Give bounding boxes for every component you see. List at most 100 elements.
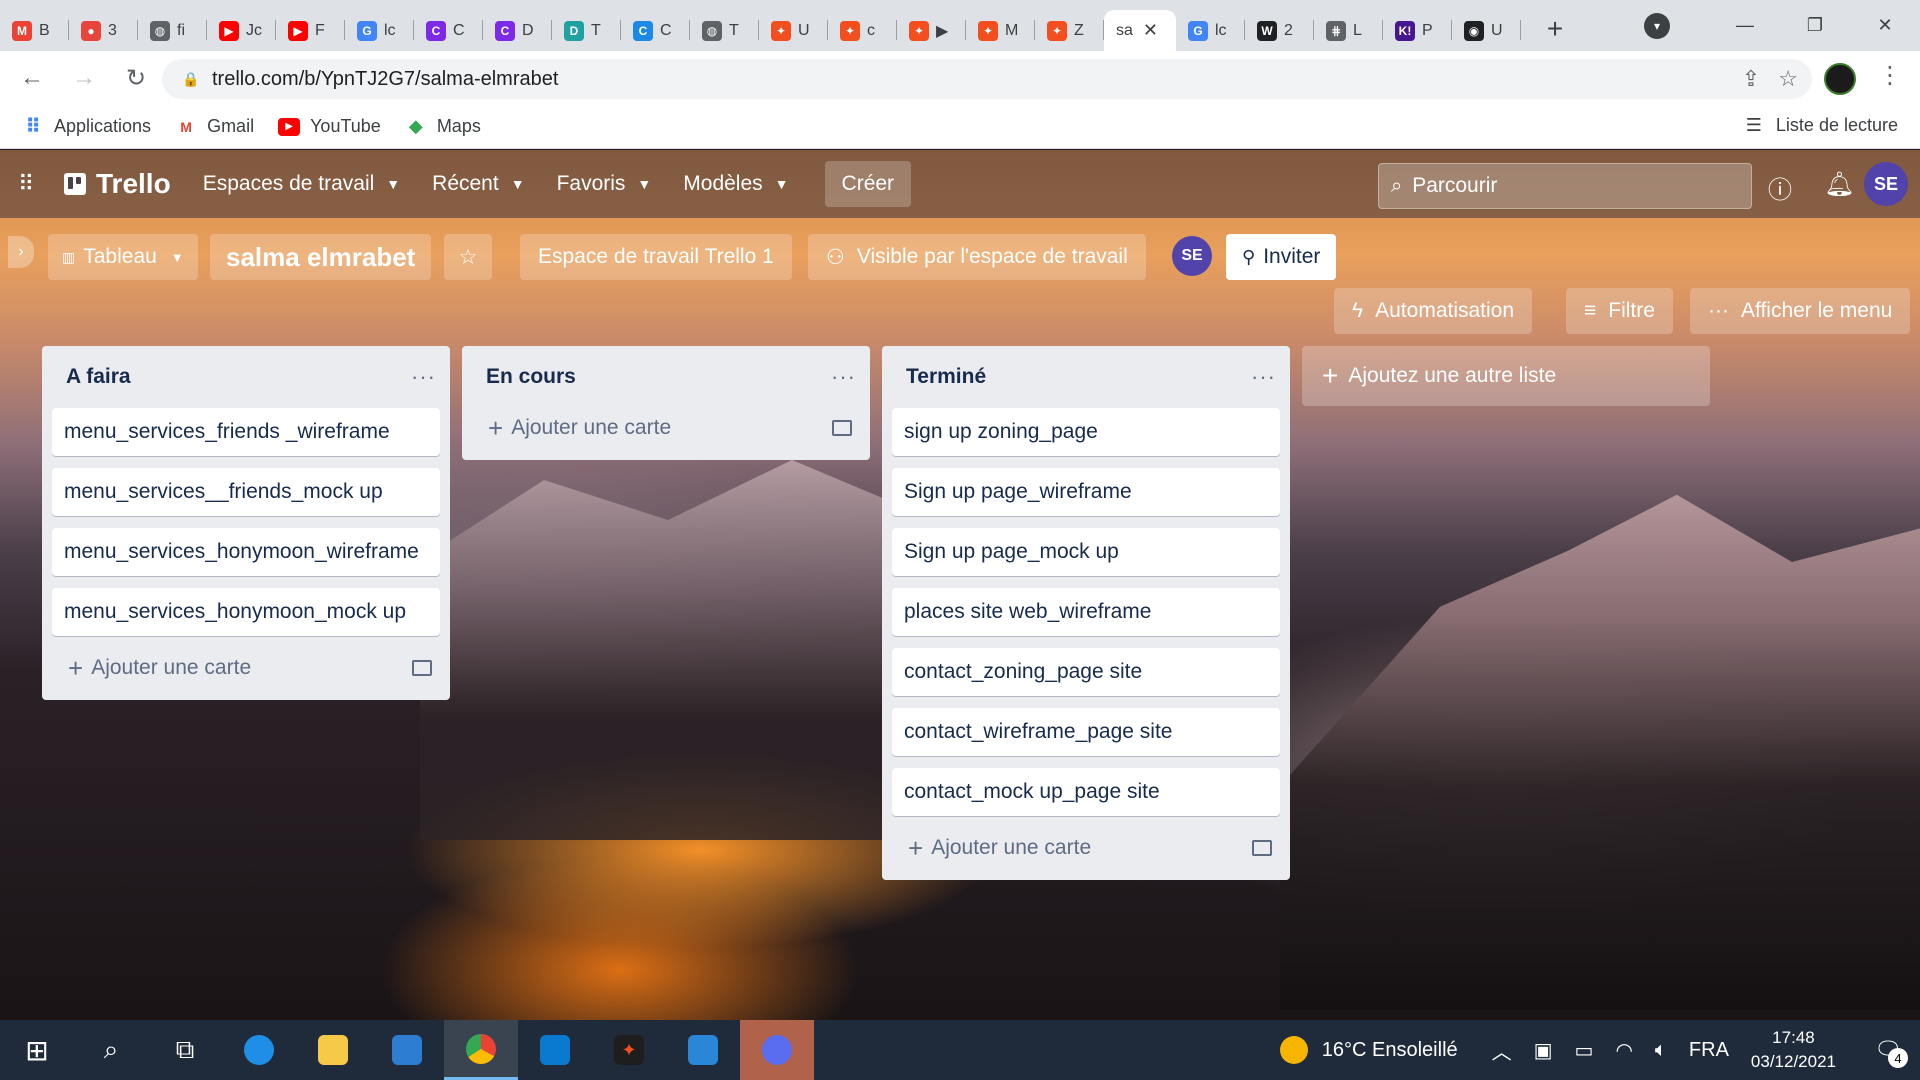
browser-tab[interactable]: DT: [552, 10, 621, 51]
add-card-button[interactable]: + Ajouter une carte: [892, 828, 1280, 868]
visibility-button[interactable]: ⚇ Visible par l'espace de travail: [808, 234, 1146, 280]
close-tab-icon[interactable]: ✕: [1143, 20, 1158, 41]
forward-icon[interactable]: →: [64, 58, 104, 98]
user-avatar[interactable]: SE: [1864, 162, 1908, 206]
invite-button[interactable]: ⚲ Inviter: [1226, 234, 1337, 280]
back-icon[interactable]: ←: [12, 58, 52, 98]
photos-icon[interactable]: [666, 1020, 740, 1080]
info-icon[interactable]: ⓘ: [1768, 170, 1792, 205]
nav-workspaces[interactable]: Espaces de travail ▼: [203, 172, 400, 196]
card[interactable]: contact_wireframe_page site: [892, 708, 1280, 756]
browser-tab[interactable]: ✦ c: [828, 10, 897, 51]
browser-tab[interactable]: ● 3: [69, 10, 138, 51]
weather-text[interactable]: 16°C Ensoleillé: [1322, 1039, 1458, 1062]
wifi-icon[interactable]: ◠: [1615, 1038, 1632, 1063]
browser-tab[interactable]: ✦ ▶: [897, 10, 966, 51]
figma-icon[interactable]: ✦: [592, 1020, 666, 1080]
workspace-button[interactable]: Espace de travail Trello 1: [520, 234, 792, 280]
share-icon[interactable]: ⇪: [1742, 66, 1760, 92]
close-window-button[interactable]: ✕: [1850, 3, 1920, 49]
browser-tab[interactable]: ◍ T: [690, 10, 759, 51]
browser-tab[interactable]: W2: [1245, 10, 1314, 51]
search-icon[interactable]: ⌕: [74, 1020, 148, 1080]
list-menu-icon[interactable]: ···: [1251, 364, 1276, 390]
task-view-icon[interactable]: ⧉: [148, 1020, 222, 1080]
browser-tab[interactable]: ⋕ L: [1314, 10, 1383, 51]
card[interactable]: sign up zoning_page: [892, 408, 1280, 456]
file-explorer-icon[interactable]: [296, 1020, 370, 1080]
chevron-up-icon[interactable]: ︿: [1492, 1036, 1512, 1065]
browser-tab[interactable]: CC: [414, 10, 483, 51]
browser-menu-icon[interactable]: ⋮: [1878, 61, 1902, 90]
search-input[interactable]: ⌕ Parcourir: [1378, 163, 1752, 209]
nav-recent[interactable]: Récent ▼: [432, 172, 524, 196]
board-member-avatar[interactable]: SE: [1172, 236, 1212, 276]
app-switcher-icon[interactable]: ⠿: [18, 171, 48, 197]
browser-tab[interactable]: ▶ F: [276, 10, 345, 51]
tab-search-icon[interactable]: ▾: [1644, 12, 1670, 39]
mail-icon[interactable]: [370, 1020, 444, 1080]
browser-tab-active[interactable]: sa ✕: [1104, 10, 1176, 51]
nav-starred[interactable]: Favoris ▼: [557, 172, 652, 196]
card[interactable]: contact_mock up_page site: [892, 768, 1280, 816]
browser-tab[interactable]: CD: [483, 10, 552, 51]
card[interactable]: menu_services_friends _wireframe: [52, 408, 440, 456]
card[interactable]: menu_services_honymoon_mock up: [52, 588, 440, 636]
restore-button[interactable]: ❐: [1780, 3, 1850, 49]
chrome-icon[interactable]: [444, 1020, 518, 1080]
filter-button[interactable]: ≡ Filtre: [1566, 288, 1673, 334]
nav-templates[interactable]: Modèles ▼: [683, 172, 788, 196]
clock[interactable]: 17:48 03/12/2021: [1751, 1026, 1836, 1074]
card[interactable]: contact_zoning_page site: [892, 648, 1280, 696]
add-card-button[interactable]: + Ajouter une carte: [472, 408, 860, 448]
windows-start-icon[interactable]: ⊞: [0, 1020, 74, 1080]
reload-icon[interactable]: ↻: [116, 58, 156, 98]
screen-recorder-icon[interactable]: [740, 1020, 814, 1080]
url-text[interactable]: trello.com/b/YpnTJ2G7/salma-elmrabet: [212, 68, 558, 91]
automation-button[interactable]: ϟ Automatisation: [1334, 288, 1533, 334]
profile-avatar[interactable]: [1824, 63, 1856, 95]
browser-tab[interactable]: K! P: [1383, 10, 1452, 51]
notification-center-icon[interactable]: 🗨︎ 4: [1866, 1028, 1910, 1072]
minimize-button[interactable]: —: [1710, 3, 1780, 49]
card-template-icon[interactable]: [1252, 840, 1272, 856]
card[interactable]: Sign up page_mock up: [892, 528, 1280, 576]
bookmark-star-icon[interactable]: ☆: [1778, 66, 1798, 92]
list-menu-icon[interactable]: ···: [411, 364, 436, 390]
sidebar-expand-button[interactable]: ›: [8, 236, 34, 268]
edge-icon[interactable]: [222, 1020, 296, 1080]
bookmark-gmail[interactable]: M Gmail: [175, 116, 254, 137]
bookmark-youtube[interactable]: ▶ YouTube: [278, 116, 381, 137]
language-indicator[interactable]: FRA: [1689, 1039, 1729, 1062]
list-title[interactable]: Terminé: [906, 365, 986, 389]
card-template-icon[interactable]: [412, 660, 432, 676]
bookmark-applications[interactable]: ⠿ Applications: [22, 116, 151, 138]
browser-tab[interactable]: ✦ M: [966, 10, 1035, 51]
trello-logo[interactable]: Trello: [64, 168, 171, 200]
browser-tab[interactable]: ◉ U: [1452, 10, 1521, 51]
battery-icon[interactable]: ▭: [1575, 1038, 1594, 1063]
card[interactable]: menu_services__friends_mock up: [52, 468, 440, 516]
device-icon[interactable]: ▣: [1534, 1038, 1553, 1063]
list-title[interactable]: A faira: [66, 365, 131, 389]
browser-tab[interactable]: ◍ fi: [138, 10, 207, 51]
volume-icon[interactable]: 🔈︎: [1655, 1039, 1667, 1062]
create-button[interactable]: Créer: [824, 161, 912, 207]
card[interactable]: places site web_wireframe: [892, 588, 1280, 636]
browser-tab[interactable]: Glc: [1176, 10, 1245, 51]
browser-tab[interactable]: ✦ U: [759, 10, 828, 51]
browser-tab[interactable]: Glc: [345, 10, 414, 51]
vscode-icon[interactable]: [518, 1020, 592, 1080]
add-list-button[interactable]: + Ajoutez une autre liste: [1302, 346, 1710, 406]
browser-tab[interactable]: CC: [621, 10, 690, 51]
notification-bell-icon[interactable]: 🔔︎: [1824, 170, 1854, 199]
card-template-icon[interactable]: [832, 420, 852, 436]
board-title[interactable]: salma elmrabet: [210, 234, 432, 280]
star-board-icon[interactable]: ☆: [444, 234, 492, 280]
browser-tab[interactable]: ▶ Jc: [207, 10, 276, 51]
new-tab-button[interactable]: +: [1535, 9, 1575, 49]
list-title[interactable]: En cours: [486, 365, 576, 389]
address-bar[interactable]: 🔒 trello.com/b/YpnTJ2G7/salma-elmrabet ⇪…: [162, 59, 1812, 99]
card[interactable]: Sign up page_wireframe: [892, 468, 1280, 516]
browser-tab[interactable]: MB: [0, 10, 69, 51]
